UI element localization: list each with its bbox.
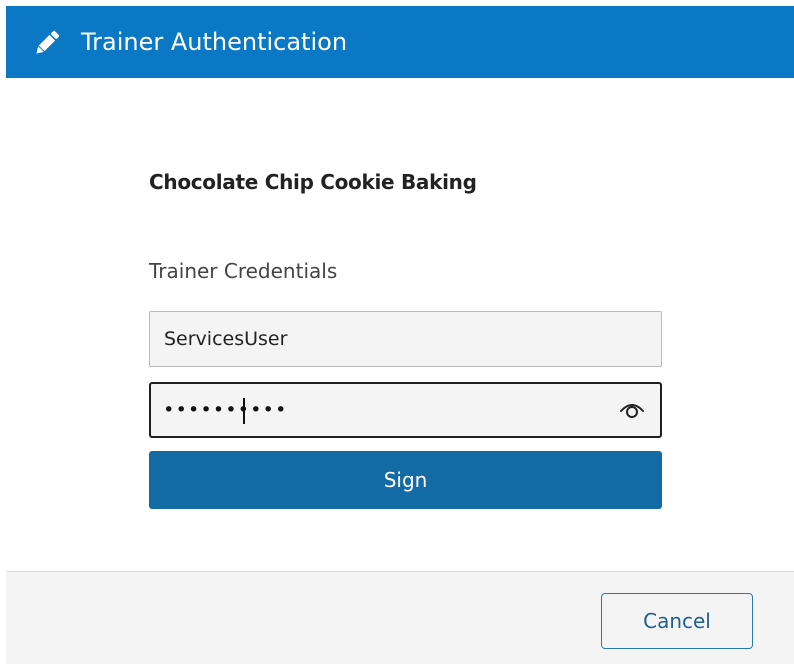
- text-caret: [243, 398, 245, 424]
- username-field[interactable]: [149, 311, 662, 367]
- password-field-container[interactable]: [149, 382, 662, 438]
- dialog-footer: Cancel: [6, 571, 794, 664]
- sign-button[interactable]: Sign: [149, 451, 662, 509]
- course-title: Chocolate Chip Cookie Baking: [149, 170, 477, 194]
- credentials-label: Trainer Credentials: [149, 259, 338, 283]
- dialog-header: Trainer Authentication: [6, 6, 794, 78]
- dialog-title: Trainer Authentication: [81, 28, 348, 56]
- password-field[interactable]: [163, 384, 603, 436]
- eye-icon[interactable]: [618, 397, 646, 423]
- pencil-icon: [36, 30, 60, 54]
- auth-dialog: Trainer Authentication Chocolate Chip Co…: [6, 6, 794, 664]
- cancel-button[interactable]: Cancel: [601, 593, 753, 649]
